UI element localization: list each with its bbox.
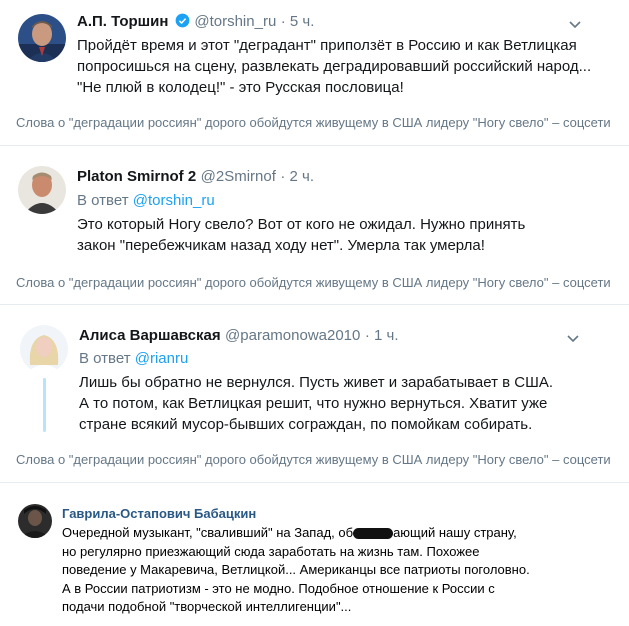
author-name[interactable]: Гаврила-Остапович Бабацкин <box>62 506 256 521</box>
tweet-time[interactable]: · 1 ч. <box>365 327 399 344</box>
divider <box>0 304 629 305</box>
avatar-alisa[interactable] <box>20 325 68 373</box>
post-text-part-1: Очередной музыкант, "сваливший" на Запад… <box>62 525 354 540</box>
tweet-text: Пройдёт время и этот "деградант" приполз… <box>77 37 592 96</box>
divider <box>0 145 629 146</box>
tweet-text: Лишь бы обратно не вернулся. Пусть живет… <box>79 374 554 433</box>
verified-badge-icon <box>175 13 190 33</box>
reply-to-link[interactable]: @torshin_ru <box>133 192 215 209</box>
news-caption[interactable]: Слова о "деградации россиян" дорого обой… <box>16 275 611 290</box>
reply-context: В ответ @rianru <box>79 350 188 367</box>
avatar-platon[interactable] <box>18 166 66 214</box>
reply-prefix: В ответ <box>77 192 129 209</box>
reply-context: В ответ @torshin_ru <box>77 192 215 209</box>
tweet-time[interactable]: · 5 ч. <box>281 13 315 30</box>
news-caption[interactable]: Слова о "деградации россиян" дорого обой… <box>16 452 611 467</box>
chevron-down-icon[interactable] <box>565 330 581 346</box>
avatar-torshin[interactable] <box>18 14 66 62</box>
reply-to-link[interactable]: @rianru <box>135 350 189 367</box>
avatar-gavrila[interactable] <box>18 504 52 538</box>
author-handle[interactable]: @paramonowa2010 <box>225 327 360 344</box>
thread-line <box>43 378 46 432</box>
author-name[interactable]: Алиса Варшавская <box>79 327 221 344</box>
news-caption[interactable]: Слова о "деградации россиян" дорого обой… <box>16 115 611 130</box>
author-handle[interactable]: @torshin_ru <box>194 13 276 30</box>
divider <box>0 482 629 483</box>
author-name[interactable]: Platon Smirnof 2 <box>77 168 196 185</box>
censor-blot <box>353 528 394 540</box>
tweet-time[interactable]: · 2 ч. <box>280 168 314 185</box>
author-handle[interactable]: @2Smirnof <box>201 168 276 185</box>
chevron-down-icon[interactable] <box>567 16 583 32</box>
author-name[interactable]: А.П. Торшин <box>77 13 168 30</box>
post-text: Очередной музыкант, "сваливший" на Запад… <box>62 524 532 617</box>
tweet-text: Это который Ногу свело? Вот от кого не о… <box>77 216 526 254</box>
reply-prefix: В ответ <box>79 350 131 367</box>
